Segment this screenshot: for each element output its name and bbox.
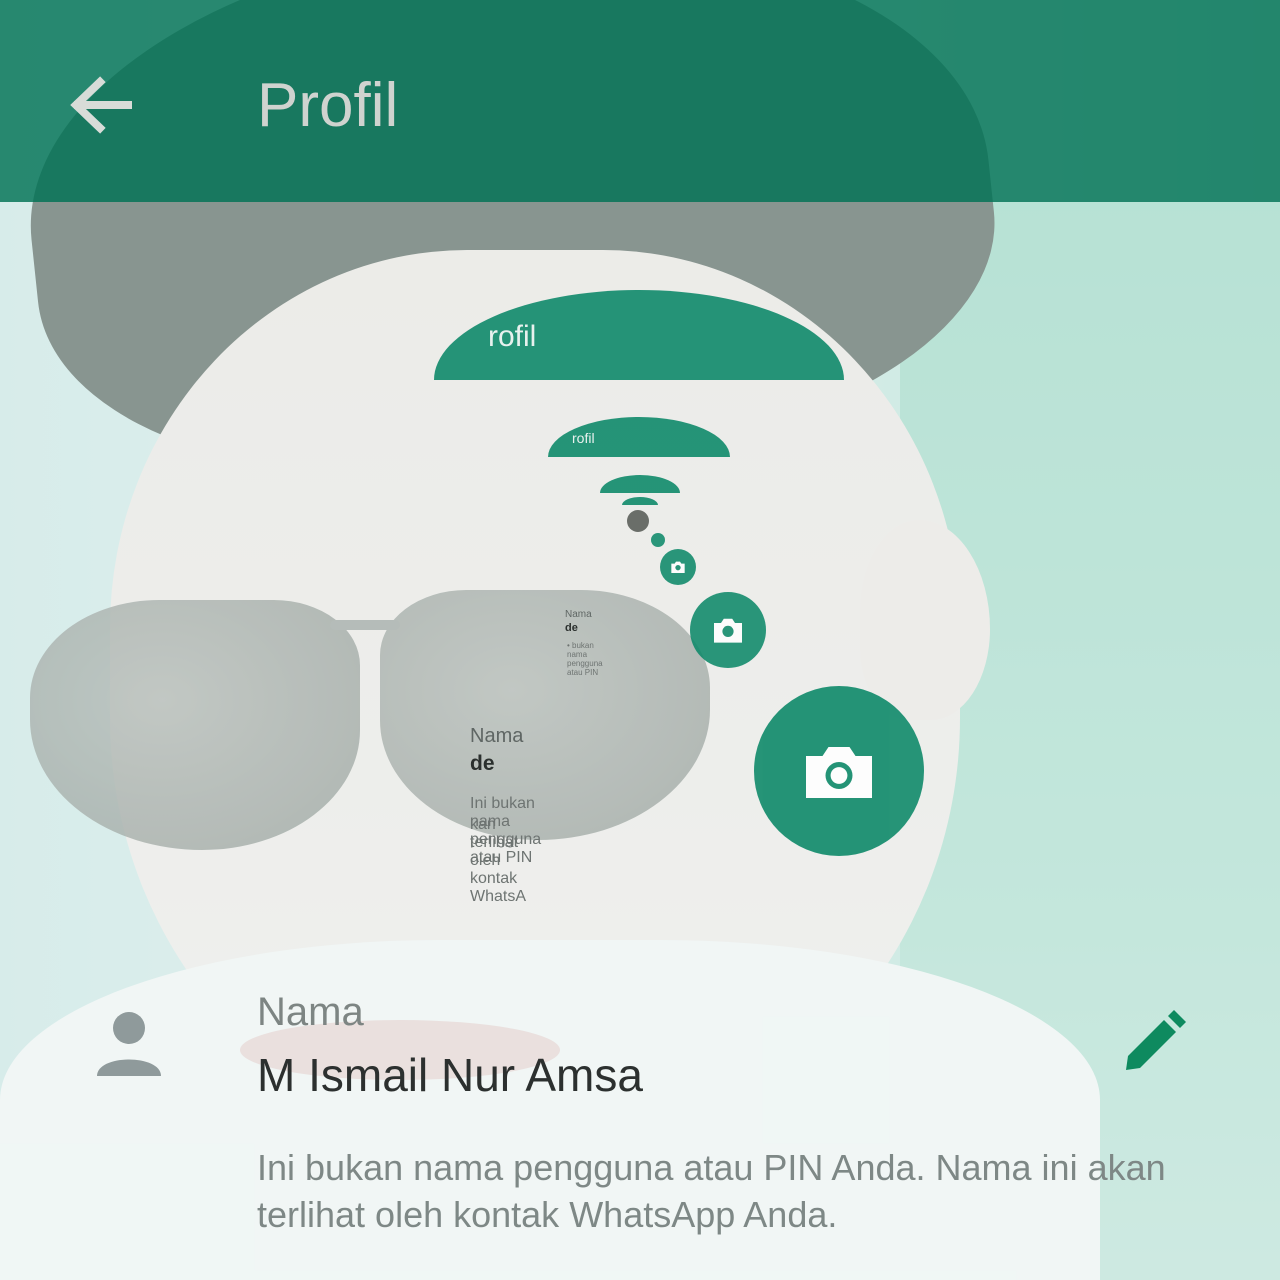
preview-camera-medium [690, 592, 766, 668]
arrow-left-icon [70, 76, 132, 134]
camera-icon [806, 747, 872, 798]
name-hint: Ini bukan nama pengguna atau PIN Anda. N… [257, 1147, 1166, 1235]
name-value[interactable]: M Ismail Nur Amsa [257, 1048, 643, 1102]
preview-avatar-tiny [627, 510, 649, 532]
edit-name-button[interactable] [1120, 1010, 1186, 1076]
person-icon [97, 1012, 161, 1076]
preview-name-label: Nama [470, 725, 524, 747]
camera-icon [671, 561, 685, 573]
back-button[interactable] [66, 70, 136, 140]
preview-camera-xs [651, 533, 665, 547]
preview-title-medium: rofil [572, 430, 595, 446]
camera-icon [714, 618, 742, 643]
preview-camera-small [660, 549, 696, 585]
pencil-icon [1126, 1010, 1186, 1070]
preview-hint-tiny: • bukan nama pengguna atau PIN [567, 641, 603, 677]
page-title: Profil [257, 71, 399, 140]
preview-hint-line2: kan terlihat oleh kontak WhatsA [470, 816, 527, 905]
preview-name-label-tiny: Nama [565, 609, 592, 620]
change-photo-button[interactable] [754, 686, 924, 856]
preview-name-tiny: de [565, 622, 578, 634]
name-label: Nama [257, 990, 364, 1034]
preview-name-value: de [470, 752, 495, 775]
app-bar: Profil [0, 0, 1280, 202]
preview-title-large: rofil [488, 320, 537, 353]
